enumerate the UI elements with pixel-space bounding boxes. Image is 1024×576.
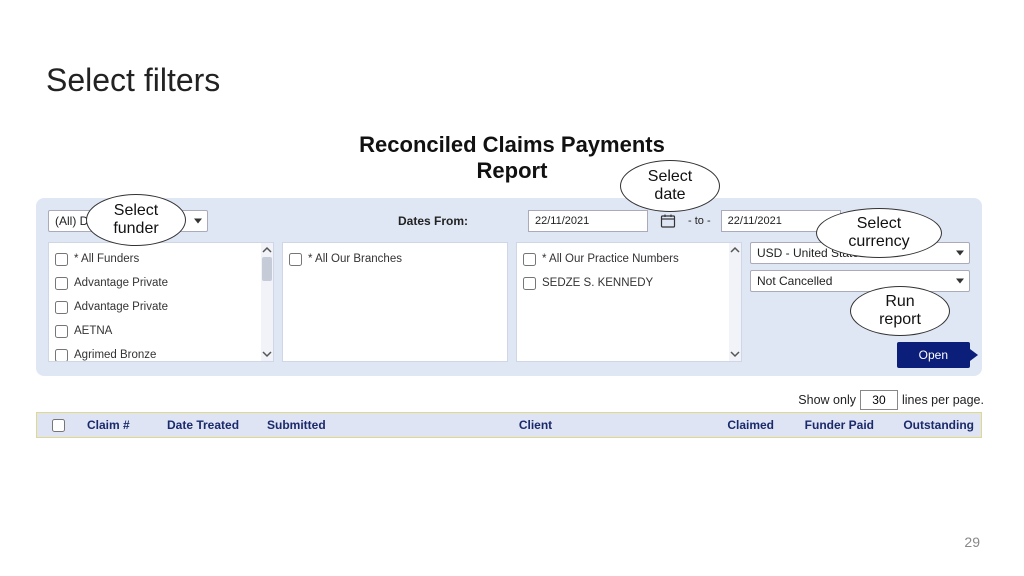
callout-run-report: Run report xyxy=(850,286,950,336)
date-from-input[interactable]: 22/11/2021 xyxy=(528,210,648,232)
chevron-up-icon[interactable] xyxy=(730,245,740,255)
col-funder-paid[interactable]: Funder Paid xyxy=(781,418,881,432)
date-from-value: 22/11/2021 xyxy=(535,215,589,227)
open-button[interactable]: Open xyxy=(897,342,970,368)
list-item[interactable]: Agrimed Bronze xyxy=(55,343,267,362)
pager: Show only lines per page. xyxy=(798,390,984,410)
checkbox[interactable] xyxy=(55,349,68,362)
callout-select-funder: Select funder xyxy=(86,194,186,246)
select-all-cell xyxy=(37,419,81,432)
scrollbar[interactable] xyxy=(261,243,273,361)
list-item-label: Advantage Private xyxy=(74,277,168,289)
report-title-line1: Reconciled Claims Payments xyxy=(359,132,665,157)
col-date-treated[interactable]: Date Treated xyxy=(161,418,261,432)
list-item[interactable]: * All Our Branches xyxy=(289,247,501,271)
callout-select-date: Select date xyxy=(620,160,720,212)
chevron-down-icon[interactable] xyxy=(730,349,740,359)
col-claim[interactable]: Claim # xyxy=(81,418,161,432)
open-button-label: Open xyxy=(919,348,948,362)
pager-prefix: Show only xyxy=(798,393,856,407)
checkbox[interactable] xyxy=(523,253,536,266)
practice-listbox[interactable]: * All Our Practice Numbers SEDZE S. KENN… xyxy=(516,242,742,362)
department-select-value: (All) D xyxy=(55,214,88,228)
checkbox[interactable] xyxy=(523,277,536,290)
select-all-checkbox[interactable] xyxy=(52,419,65,432)
list-item[interactable]: * All Funders xyxy=(55,247,267,271)
date-to-value: 22/11/2021 xyxy=(728,215,782,227)
list-item-label: * All Our Branches xyxy=(308,253,402,265)
branches-listbox[interactable]: * All Our Branches xyxy=(282,242,508,362)
status-select[interactable]: Not Cancelled xyxy=(750,270,970,292)
list-item[interactable]: Advantage Private xyxy=(55,271,267,295)
lines-per-page-input[interactable] xyxy=(860,390,898,410)
pager-suffix: lines per page. xyxy=(902,393,984,407)
list-item-label: Agrimed Bronze xyxy=(74,349,156,361)
results-table: Claim # Date Treated Submitted Client Cl… xyxy=(36,412,982,438)
slide-title: Select filters xyxy=(46,62,220,99)
col-client[interactable]: Client xyxy=(371,418,701,432)
checkbox[interactable] xyxy=(55,301,68,314)
callout-text: Select funder xyxy=(113,202,158,239)
callout-text: Select currency xyxy=(848,215,909,252)
calendar-icon[interactable] xyxy=(658,211,678,231)
scrollbar[interactable] xyxy=(729,243,741,361)
dates-from-label: Dates From: xyxy=(398,214,468,228)
col-submitted[interactable]: Submitted xyxy=(261,418,371,432)
checkbox[interactable] xyxy=(289,253,302,266)
callout-text: Select date xyxy=(648,168,692,205)
callout-text: Run report xyxy=(879,293,921,330)
checkbox[interactable] xyxy=(55,253,68,266)
col-claimed[interactable]: Claimed xyxy=(701,418,781,432)
list-item-label: AETNA xyxy=(74,325,112,337)
checkbox[interactable] xyxy=(55,325,68,338)
list-item-label: * All Our Practice Numbers xyxy=(542,253,679,265)
list-item-label: SEDZE S. KENNEDY xyxy=(542,277,653,289)
col-outstanding[interactable]: Outstanding xyxy=(881,418,981,432)
funders-listbox[interactable]: * All Funders Advantage Private Advantag… xyxy=(48,242,274,362)
list-item[interactable]: AETNA xyxy=(55,319,267,343)
callout-select-currency: Select currency xyxy=(816,208,942,258)
list-item[interactable]: Advantage Private xyxy=(55,295,267,319)
list-item-label: * All Funders xyxy=(74,253,139,265)
chevron-up-icon[interactable] xyxy=(262,245,272,255)
table-header-row: Claim # Date Treated Submitted Client Cl… xyxy=(37,413,981,437)
list-item-label: Advantage Private xyxy=(74,301,168,313)
checkbox[interactable] xyxy=(55,277,68,290)
report-title: Reconciled Claims Payments Report xyxy=(0,132,1024,185)
scroll-thumb[interactable] xyxy=(262,257,272,281)
page-number: 29 xyxy=(964,534,980,550)
list-item[interactable]: SEDZE S. KENNEDY xyxy=(523,271,735,295)
chevron-down-icon[interactable] xyxy=(262,349,272,359)
list-item[interactable]: * All Our Practice Numbers xyxy=(523,247,735,271)
to-label: - to - xyxy=(688,215,711,227)
report-title-line2: Report xyxy=(477,158,548,183)
status-select-value: Not Cancelled xyxy=(757,274,832,288)
